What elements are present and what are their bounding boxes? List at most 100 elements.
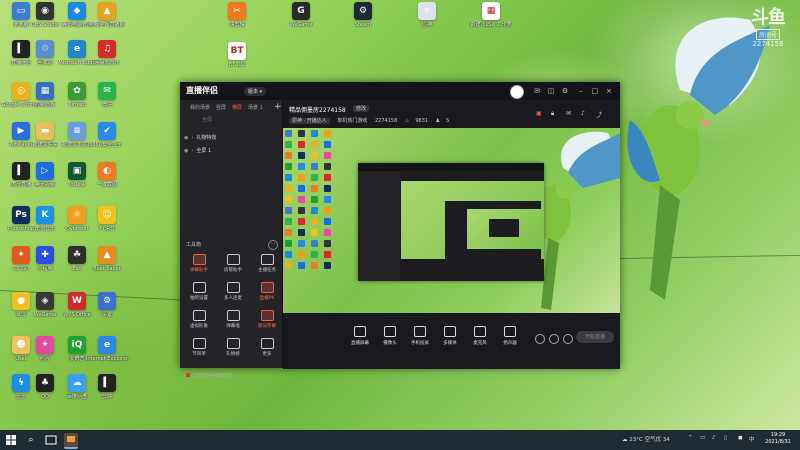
tool-button[interactable]: 弹幕助手 — [184, 254, 214, 280]
edit-room-button[interactable]: 修改 — [353, 105, 370, 112]
source-button[interactable]: 摄像头 — [373, 326, 407, 354]
tool-button[interactable]: 弹幕墙 — [218, 310, 248, 336]
input-method[interactable]: 中 — [749, 435, 755, 443]
category-badge[interactable]: 原神 · 开播达人 — [289, 118, 330, 124]
tab-my-scenes[interactable]: 我的场景 — [190, 104, 210, 111]
settings-icon[interactable]: ⚙ — [560, 86, 570, 96]
tab-scene-1[interactable]: 场景 1 — [248, 104, 263, 111]
gear-icon[interactable] — [563, 334, 573, 344]
tool-button[interactable]: 房管助手 — [218, 254, 248, 280]
eye-icon[interactable]: ◉ — [184, 148, 188, 154]
close-button[interactable]: × — [604, 86, 614, 96]
mail-icon[interactable]: ✉ — [566, 110, 574, 118]
tool-button[interactable]: 更多 — [252, 338, 282, 364]
tool-button[interactable]: 直播PK — [252, 282, 282, 308]
desktop-icon[interactable]: e Internet Explorer — [82, 336, 132, 374]
desktop-icon[interactable]: ▍ 剪映 — [82, 374, 132, 412]
tool-button[interactable]: 主播任务 — [252, 254, 282, 280]
start-live-button[interactable]: 开始直播 — [576, 331, 614, 343]
lock-icon[interactable]: 🔒︎ — [551, 110, 559, 118]
tab-landscape[interactable]: 横屏 — [232, 104, 242, 111]
avatar[interactable] — [510, 85, 524, 99]
tool-button[interactable]: 礼物榜 — [218, 338, 248, 364]
desktop-icon-label: 一键截图 — [96, 182, 117, 188]
preview-mini-icon — [285, 185, 292, 192]
preview-mini-icon — [311, 185, 318, 192]
add-scene-icon[interactable]: + — [274, 102, 282, 112]
desktop-icon[interactable]: ✔ 360安全卫士 — [82, 122, 132, 160]
eye-icon[interactable]: ◉ — [184, 135, 188, 141]
desktop-icon-label: Steam — [354, 22, 372, 28]
version-badge[interactable]: 版本 ▾ — [244, 87, 267, 96]
network-icon[interactable]: ▭ — [700, 435, 705, 441]
desktop-icon[interactable]: ▲ Beat Saber — [82, 246, 132, 284]
search-icon[interactable]: ⌕ — [24, 433, 38, 447]
tool-icon — [226, 338, 240, 349]
source-label: 多媒体 — [443, 341, 457, 346]
stream-preview[interactable] — [283, 128, 620, 313]
battery-icon[interactable]: ▯ — [724, 435, 727, 441]
notice-bar[interactable]: 当前直播中弹幕较多 — [186, 373, 234, 379]
live-companion-window[interactable]: 直播伴侣 版本 ▾ ✉ ◫ ⚙ – □ × 我的场景 竖屏 横屏 场景 1 + … — [180, 82, 620, 379]
tool-button[interactable]: 歌词字幕 — [252, 310, 282, 336]
chevron-icon[interactable]: › — [191, 135, 193, 141]
app-icon: ✉ — [98, 82, 116, 100]
desktop-icon[interactable]: ✧ 原神 — [402, 2, 452, 40]
source-icon — [414, 326, 426, 337]
desktop-icon[interactable]: ♫ 网易云音乐 — [82, 40, 132, 78]
preview-mini-icon — [298, 174, 305, 181]
tool-button[interactable]: 节目单 — [184, 338, 214, 364]
more-icon[interactable]: ··· — [268, 240, 278, 250]
message-icon[interactable]: ✉ — [532, 86, 542, 96]
desktop-icon[interactable]: ▲ 哔哩哔哩直播姬 — [82, 2, 132, 40]
source-icon — [474, 326, 486, 337]
eye-preview-icon[interactable] — [549, 334, 559, 344]
desktop-icon[interactable]: ⚙ Steam — [338, 2, 388, 40]
mobile-icon[interactable] — [535, 334, 545, 344]
windows-start-icon[interactable] — [4, 433, 18, 447]
desktop-icon[interactable]: ✉ 微信 — [82, 82, 132, 120]
desktop-icon[interactable]: ⚙ 设置 — [82, 292, 132, 330]
layer-item[interactable]: ◉ › 全屏 1 — [184, 147, 211, 154]
share-icon[interactable]: ⤴ — [596, 110, 604, 119]
taskbar-app-live-companion[interactable] — [64, 433, 78, 449]
bell-icon[interactable]: ♪ — [581, 110, 589, 118]
scene-tabs: 我的场景 竖屏 横屏 场景 1 + — [180, 102, 282, 114]
volume-icon[interactable]: ♪ — [712, 435, 716, 441]
tool-icon — [192, 254, 206, 265]
fans-icon: ♟ — [435, 118, 441, 124]
title-bar[interactable]: 直播伴侣 版本 ▾ ✉ ◫ ⚙ – □ × — [180, 82, 620, 100]
source-button[interactable]: 扬声器 — [493, 326, 527, 354]
app-icon: ▲ — [98, 2, 116, 20]
desktop-icon[interactable]: ✂ 快剪辑 — [212, 2, 262, 40]
source-button[interactable]: 麦克风 — [463, 326, 497, 354]
desktop-icon[interactable]: ☺ YY语音 — [82, 206, 132, 244]
chevron-icon[interactable]: › — [191, 148, 193, 154]
layer-item[interactable]: ◉ › 礼物特效 — [184, 134, 216, 141]
source-button[interactable]: 直播屏幕 — [343, 326, 377, 354]
desktop-icon[interactable]: G WeGame — [276, 2, 326, 40]
tool-button[interactable]: 多人连麦 — [218, 282, 248, 308]
gift-box-icon[interactable]: ▣ — [536, 110, 544, 118]
tool-button[interactable]: 虚拟形象 — [184, 310, 214, 336]
source-button[interactable]: 手机投屏 — [403, 326, 437, 354]
nested-preview-window-3 — [489, 219, 519, 237]
tray-app-icon[interactable]: ◼ — [738, 435, 743, 441]
weather-widget[interactable]: ☁ 23°C 空气优 34 — [622, 435, 670, 443]
source-button[interactable]: 多媒体 — [433, 326, 467, 354]
preview-mini-icon — [311, 240, 318, 247]
task-view-icon[interactable] — [44, 433, 58, 447]
desktop-icon[interactable]: ◐ 一键截图 — [82, 162, 132, 200]
tab-portrait[interactable]: 竖屏 — [216, 104, 226, 111]
nested-preview — [401, 181, 544, 261]
preview-mini-icon — [324, 130, 331, 137]
maximize-button[interactable]: □ — [590, 86, 600, 96]
tray-chevron-icon[interactable]: ⌃ — [688, 435, 693, 441]
desktop-icon-label: 360安全卫士 — [92, 142, 122, 148]
minimize-button[interactable]: – — [576, 86, 586, 96]
tool-button[interactable]: 抽奖设置 — [184, 282, 214, 308]
desktop-icon[interactable]: ▦ 新建 XLSX 工作表 — [466, 2, 516, 40]
gift-icon[interactable]: ◫ — [546, 86, 556, 96]
desktop-icon[interactable]: BT BT工具 — [212, 42, 262, 80]
clock[interactable]: 19:29 2021/8/31 — [760, 432, 796, 446]
